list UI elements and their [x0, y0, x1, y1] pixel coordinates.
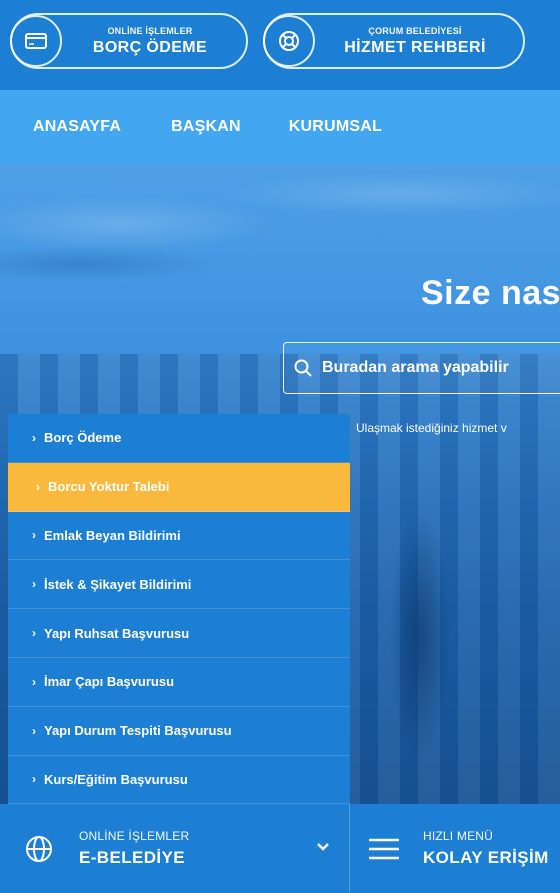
main-nav: ANASAYFA BAŞKAN KURUMSAL: [0, 90, 560, 164]
lifebuoy-icon: [263, 15, 315, 67]
chevron-right-icon: ›: [32, 674, 36, 689]
menu-item-borcu-yoktur-talebi[interactable]: › Borcu Yoktur Talebi: [8, 462, 350, 512]
kolay-erisim-button[interactable]: HIZLI MENÜ KOLAY ERİŞİM: [351, 804, 560, 893]
chevron-right-icon: ›: [36, 479, 40, 494]
menu-item-imar-capi[interactable]: › İmar Çapı Başvurusu: [8, 657, 350, 707]
menu-item-label: Kurs/Eğitim Başvurusu: [44, 771, 188, 787]
bottom-subtitle: HIZLI MENÜ: [423, 829, 494, 843]
nav-item-anasayfa[interactable]: ANASAYFA: [33, 118, 121, 136]
chevron-right-icon: ›: [32, 430, 36, 445]
pill-subtitle: ONLİNE İŞLEMLER: [107, 25, 193, 36]
pill-subtitle: ÇORUM BELEDİYESİ: [368, 25, 462, 36]
hero-title: Size nas: [421, 274, 560, 312]
bottom-title: E-BELEDİYE: [79, 848, 186, 867]
top-bar: ONLİNE İŞLEMLER BORÇ ÖDEME ÇORUM BELEDİY…: [0, 0, 560, 90]
search-input[interactable]: [322, 359, 560, 377]
bottom-bar: ONLİNE İŞLEMLER E-BELEDİYE HIZLI MENÜ KO…: [0, 804, 560, 893]
menu-item-label: Yapı Ruhsat Başvurusu: [44, 625, 190, 641]
hizmet-rehberi-button[interactable]: ÇORUM BELEDİYESİ HİZMET REHBERİ: [263, 13, 525, 69]
menu-item-istek-sikayet[interactable]: › İstek & Şikayet Bildirimi: [8, 560, 350, 610]
menu-item-yapi-durum-tespiti[interactable]: › Yapı Durum Tespiti Başvurusu: [8, 706, 350, 756]
search-icon: [294, 359, 312, 377]
menu-item-label: Emlak Beyan Bildirimi: [44, 527, 181, 543]
card-icon: [10, 15, 62, 67]
chevron-right-icon: ›: [32, 723, 36, 738]
menu-item-borc-odeme[interactable]: › Borç Ödeme: [8, 414, 350, 463]
hero-sky: [0, 164, 560, 344]
borc-odeme-button[interactable]: ONLİNE İŞLEMLER BORÇ ÖDEME: [10, 13, 248, 69]
bottom-subtitle: ONLİNE İŞLEMLER: [79, 829, 190, 843]
menu-item-emlak-beyan[interactable]: › Emlak Beyan Bildirimi: [8, 511, 350, 561]
chevron-down-icon: [317, 843, 329, 851]
menu-item-label: Borcu Yoktur Talebi: [48, 479, 170, 495]
pill-title: BORÇ ÖDEME: [92, 38, 208, 56]
search-box[interactable]: [283, 342, 560, 394]
hero-tree: [380, 464, 460, 804]
e-belediye-toggle[interactable]: ONLİNE İŞLEMLER E-BELEDİYE: [0, 804, 350, 893]
nav-item-kurumsal[interactable]: KURUMSAL: [289, 118, 382, 136]
menu-item-label: İstek & Şikayet Bildirimi: [44, 576, 192, 592]
pill-title: HİZMET REHBERİ: [344, 38, 486, 56]
chevron-right-icon: ›: [32, 626, 36, 641]
chevron-right-icon: ›: [32, 772, 36, 787]
menu-item-label: İmar Çapı Başvurusu: [44, 674, 175, 690]
menu-item-yapi-ruhsat[interactable]: › Yapı Ruhsat Başvurusu: [8, 609, 350, 658]
hamburger-menu-icon: [369, 838, 399, 859]
menu-item-label: Borç Ödeme: [44, 430, 122, 446]
menu-item-kurs-egitim[interactable]: › Kurs/Eğitim Başvurusu: [8, 755, 350, 805]
chevron-right-icon: ›: [32, 577, 36, 592]
bottom-title: KOLAY ERİŞİM: [423, 848, 549, 867]
menu-item-label: Yapı Durum Tespiti Başvurusu: [44, 723, 232, 739]
search-hint: Ulaşmak istediğiniz hizmet v: [356, 421, 507, 435]
globe-icon: [26, 835, 52, 862]
e-belediye-menu: › Borç Ödeme › Borcu Yoktur Talebi › Emlak …: [8, 414, 350, 805]
chevron-right-icon: ›: [32, 528, 36, 543]
nav-item-baskan[interactable]: BAŞKAN: [171, 118, 241, 136]
